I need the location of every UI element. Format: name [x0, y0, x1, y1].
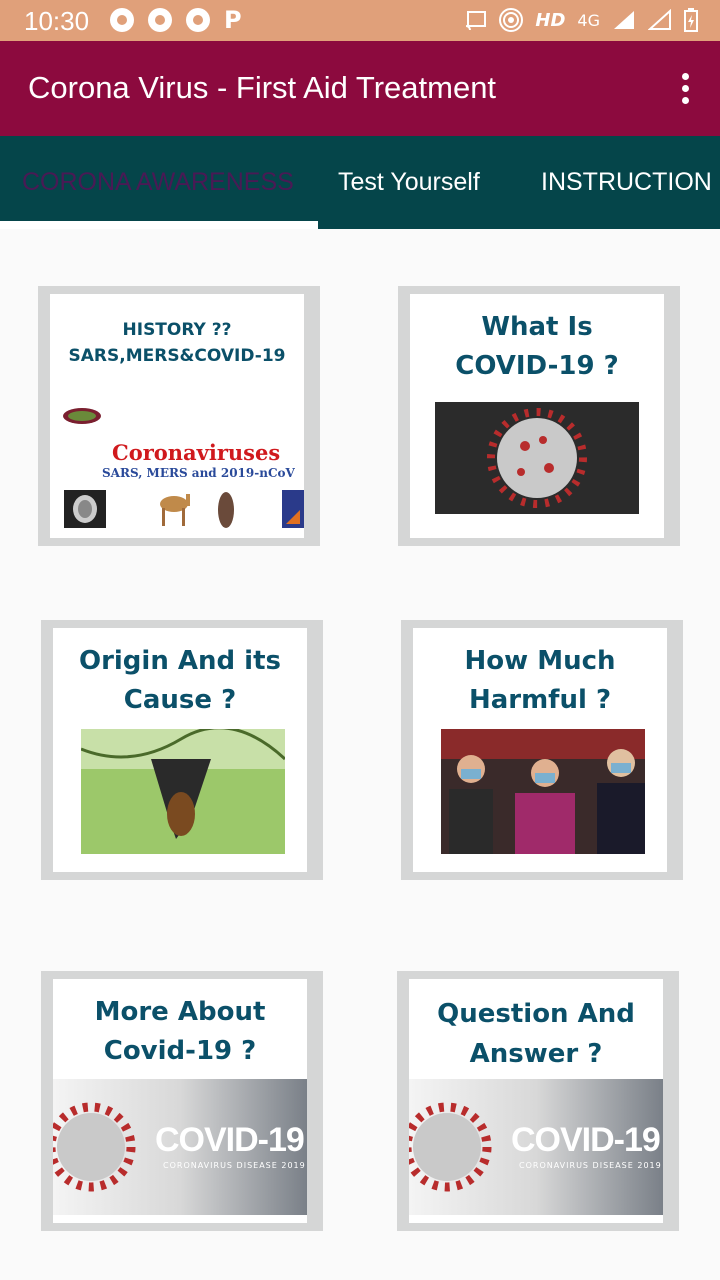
cast-icon [466, 11, 487, 30]
card-title-line2: COVID-19 ? [455, 351, 619, 381]
bat-image [81, 729, 285, 854]
card-title-line2: Cause ? [123, 685, 237, 715]
notification-icons: P [110, 8, 242, 32]
card-question-answer[interactable]: Question And Answer ? COVID-19 CORONAVIR… [397, 971, 679, 1231]
hotspot-icon [499, 8, 524, 32]
tab-corona-awareness[interactable]: CORONA AWARENESS [22, 168, 294, 197]
card-title-line2: Harmful ? [468, 685, 612, 715]
lab-image [282, 490, 304, 528]
status-bar: 10:30 P HD 4G [0, 0, 720, 41]
tab-test-yourself[interactable]: Test Yourself [338, 168, 480, 197]
microscope-image [64, 490, 106, 528]
battery-icon [684, 8, 698, 32]
parking-icon: P [224, 6, 242, 34]
signal-type: 4G [577, 10, 600, 30]
card-title-line1: How Much [464, 646, 616, 676]
masked-people-image [441, 729, 645, 854]
card-more-about[interactable]: More About Covid-19 ? COVID-19 CORONAVIR… [41, 971, 323, 1231]
card-title-line2: Covid-19 ? [103, 1036, 257, 1066]
card-title-line2: SARS,MERS&COVID-19 [68, 346, 286, 366]
signal-icon [614, 11, 634, 29]
banner-subtitle: CORONAVIRUS DISEASE 2019 [163, 1161, 306, 1170]
app-bar: Corona Virus - First Aid Treatment [0, 41, 720, 136]
status-time: 10:30 [24, 6, 90, 36]
banner-title: COVID-19 [155, 1121, 305, 1159]
virus-icon [63, 408, 101, 424]
bat-image [218, 492, 234, 528]
aperture-icon [110, 8, 134, 32]
card-history[interactable]: HISTORY ?? SARS,MERS&COVID-19 Coronaviru… [38, 286, 320, 546]
tab-bar: CORONA AWARENESS Test Yourself INSTRUCTI… [0, 136, 720, 229]
network-type: HD [535, 9, 566, 31]
camel-image [160, 494, 190, 526]
card-title-line1: Origin And its [78, 646, 282, 676]
card-image-subtitle: SARS, MERS and 2019-nCoV [102, 466, 295, 480]
covid-banner: COVID-19 CORONAVIRUS DISEASE 2019 [53, 1079, 307, 1215]
covid-banner: COVID-19 CORONAVIRUS DISEASE 2019 [409, 1079, 663, 1215]
app-title: Corona Virus - First Aid Treatment [28, 70, 497, 105]
banner-subtitle: CORONAVIRUS DISEASE 2019 [519, 1161, 662, 1170]
overflow-menu-icon[interactable] [682, 73, 690, 105]
virus-icon [53, 1102, 136, 1192]
card-title-line1: Question And [437, 999, 635, 1029]
tab-indicator [0, 221, 318, 229]
card-title-line1: More About [94, 997, 266, 1027]
aperture-icon [186, 8, 210, 32]
virus-icon [409, 1102, 492, 1192]
signal-empty-icon [648, 9, 671, 30]
card-what-is-covid[interactable]: What Is COVID-19 ? [398, 286, 680, 546]
card-image-title: Coronaviruses [112, 440, 281, 465]
system-icons: HD 4G [465, 8, 698, 32]
aperture-icon [148, 8, 172, 32]
card-title-line1: What Is [481, 312, 593, 342]
banner-title: COVID-19 [511, 1121, 661, 1159]
card-origin-cause[interactable]: Origin And its Cause ? [41, 620, 323, 880]
virus-image [435, 402, 639, 514]
tab-instruction[interactable]: INSTRUCTION [541, 168, 712, 197]
card-how-harmful[interactable]: How Much Harmful ? [401, 620, 683, 880]
card-title-line1: HISTORY ?? [122, 320, 232, 340]
card-title-line2: Answer ? [469, 1039, 603, 1069]
